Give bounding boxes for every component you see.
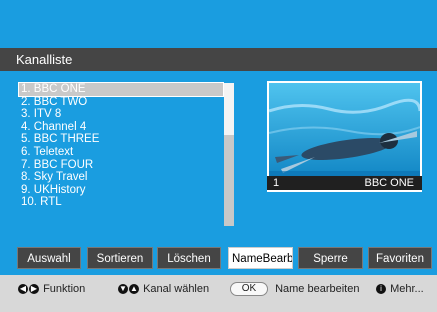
sortieren-button[interactable]: Sortieren xyxy=(87,247,153,269)
up-arrow-icon: ▲ xyxy=(129,284,139,295)
footer-mehr: i Mehr... xyxy=(376,282,424,296)
channel-list: 1. BBC ONE 2. BBC TWO 3. ITV 8 4. Channe… xyxy=(18,82,224,223)
footer-kanal: ▼ ▲ Kanal wählen xyxy=(118,282,209,296)
footer-help-bar: ◀ ▶ Funktion ▼ ▲ Kanal wählen OK Name bear… xyxy=(0,275,437,312)
channel-item-5[interactable]: 5. BBC THREE xyxy=(19,133,223,146)
channel-item-6[interactable]: 6. Teletext xyxy=(19,146,223,159)
scrollbar-thumb[interactable] xyxy=(224,83,234,135)
down-arrow-icon: ▼ xyxy=(118,284,128,295)
channel-item-1[interactable]: 1. BBC ONE xyxy=(18,82,224,97)
footer-kanal-label: Kanal wählen xyxy=(143,283,210,295)
footer-ok: OK Name bearbeiten xyxy=(230,282,360,297)
favoriten-button[interactable]: Favoriten xyxy=(368,247,432,269)
left-arrow-icon: ◀ xyxy=(18,284,28,295)
channel-item-9[interactable]: 9. UKHistory xyxy=(19,184,223,197)
preview-info-bar: 1 BBC ONE xyxy=(267,176,422,190)
preview-channel-number: 1 xyxy=(273,177,280,189)
top-banner xyxy=(0,0,437,48)
sperre-button[interactable]: Sperre xyxy=(298,247,363,269)
channel-item-10[interactable]: 10. RTL xyxy=(19,196,223,209)
namebearb-button[interactable]: NameBearb xyxy=(228,247,293,269)
loeschen-button[interactable]: Löschen xyxy=(157,247,221,269)
footer-funktion: ◀ ▶ Funktion xyxy=(18,282,85,296)
channel-item-8[interactable]: 8. Sky Travel xyxy=(19,171,223,184)
footer-mehr-label: Mehr... xyxy=(390,283,424,295)
ok-button-icon: OK xyxy=(230,282,268,297)
page-title: Kanalliste xyxy=(16,52,73,67)
main-panel: 1. BBC ONE 2. BBC TWO 3. ITV 8 4. Channe… xyxy=(0,71,437,275)
channel-item-7[interactable]: 7. BBC FOUR xyxy=(19,159,223,172)
title-bar: Kanalliste xyxy=(0,48,437,71)
footer-name-label: Name bearbeiten xyxy=(275,283,360,295)
preview-channel-name: BBC ONE xyxy=(364,177,414,189)
swimmer-preview-image xyxy=(269,83,420,190)
channel-item-2[interactable]: 2. BBC TWO xyxy=(19,96,223,109)
function-button-row: Auswahl Sortieren Löschen NameBearb Sper… xyxy=(0,247,437,271)
right-arrow-icon: ▶ xyxy=(29,284,39,295)
footer-funktion-label: Funktion xyxy=(43,283,86,295)
info-icon: i xyxy=(376,284,386,295)
channel-list-screen: Kanalliste 1. BBC ONE 2. BBC TWO 3. ITV … xyxy=(0,0,437,312)
auswahl-button[interactable]: Auswahl xyxy=(17,247,81,269)
channel-item-3[interactable]: 3. ITV 8 xyxy=(19,108,223,121)
channel-item-4[interactable]: 4. Channel 4 xyxy=(19,121,223,134)
